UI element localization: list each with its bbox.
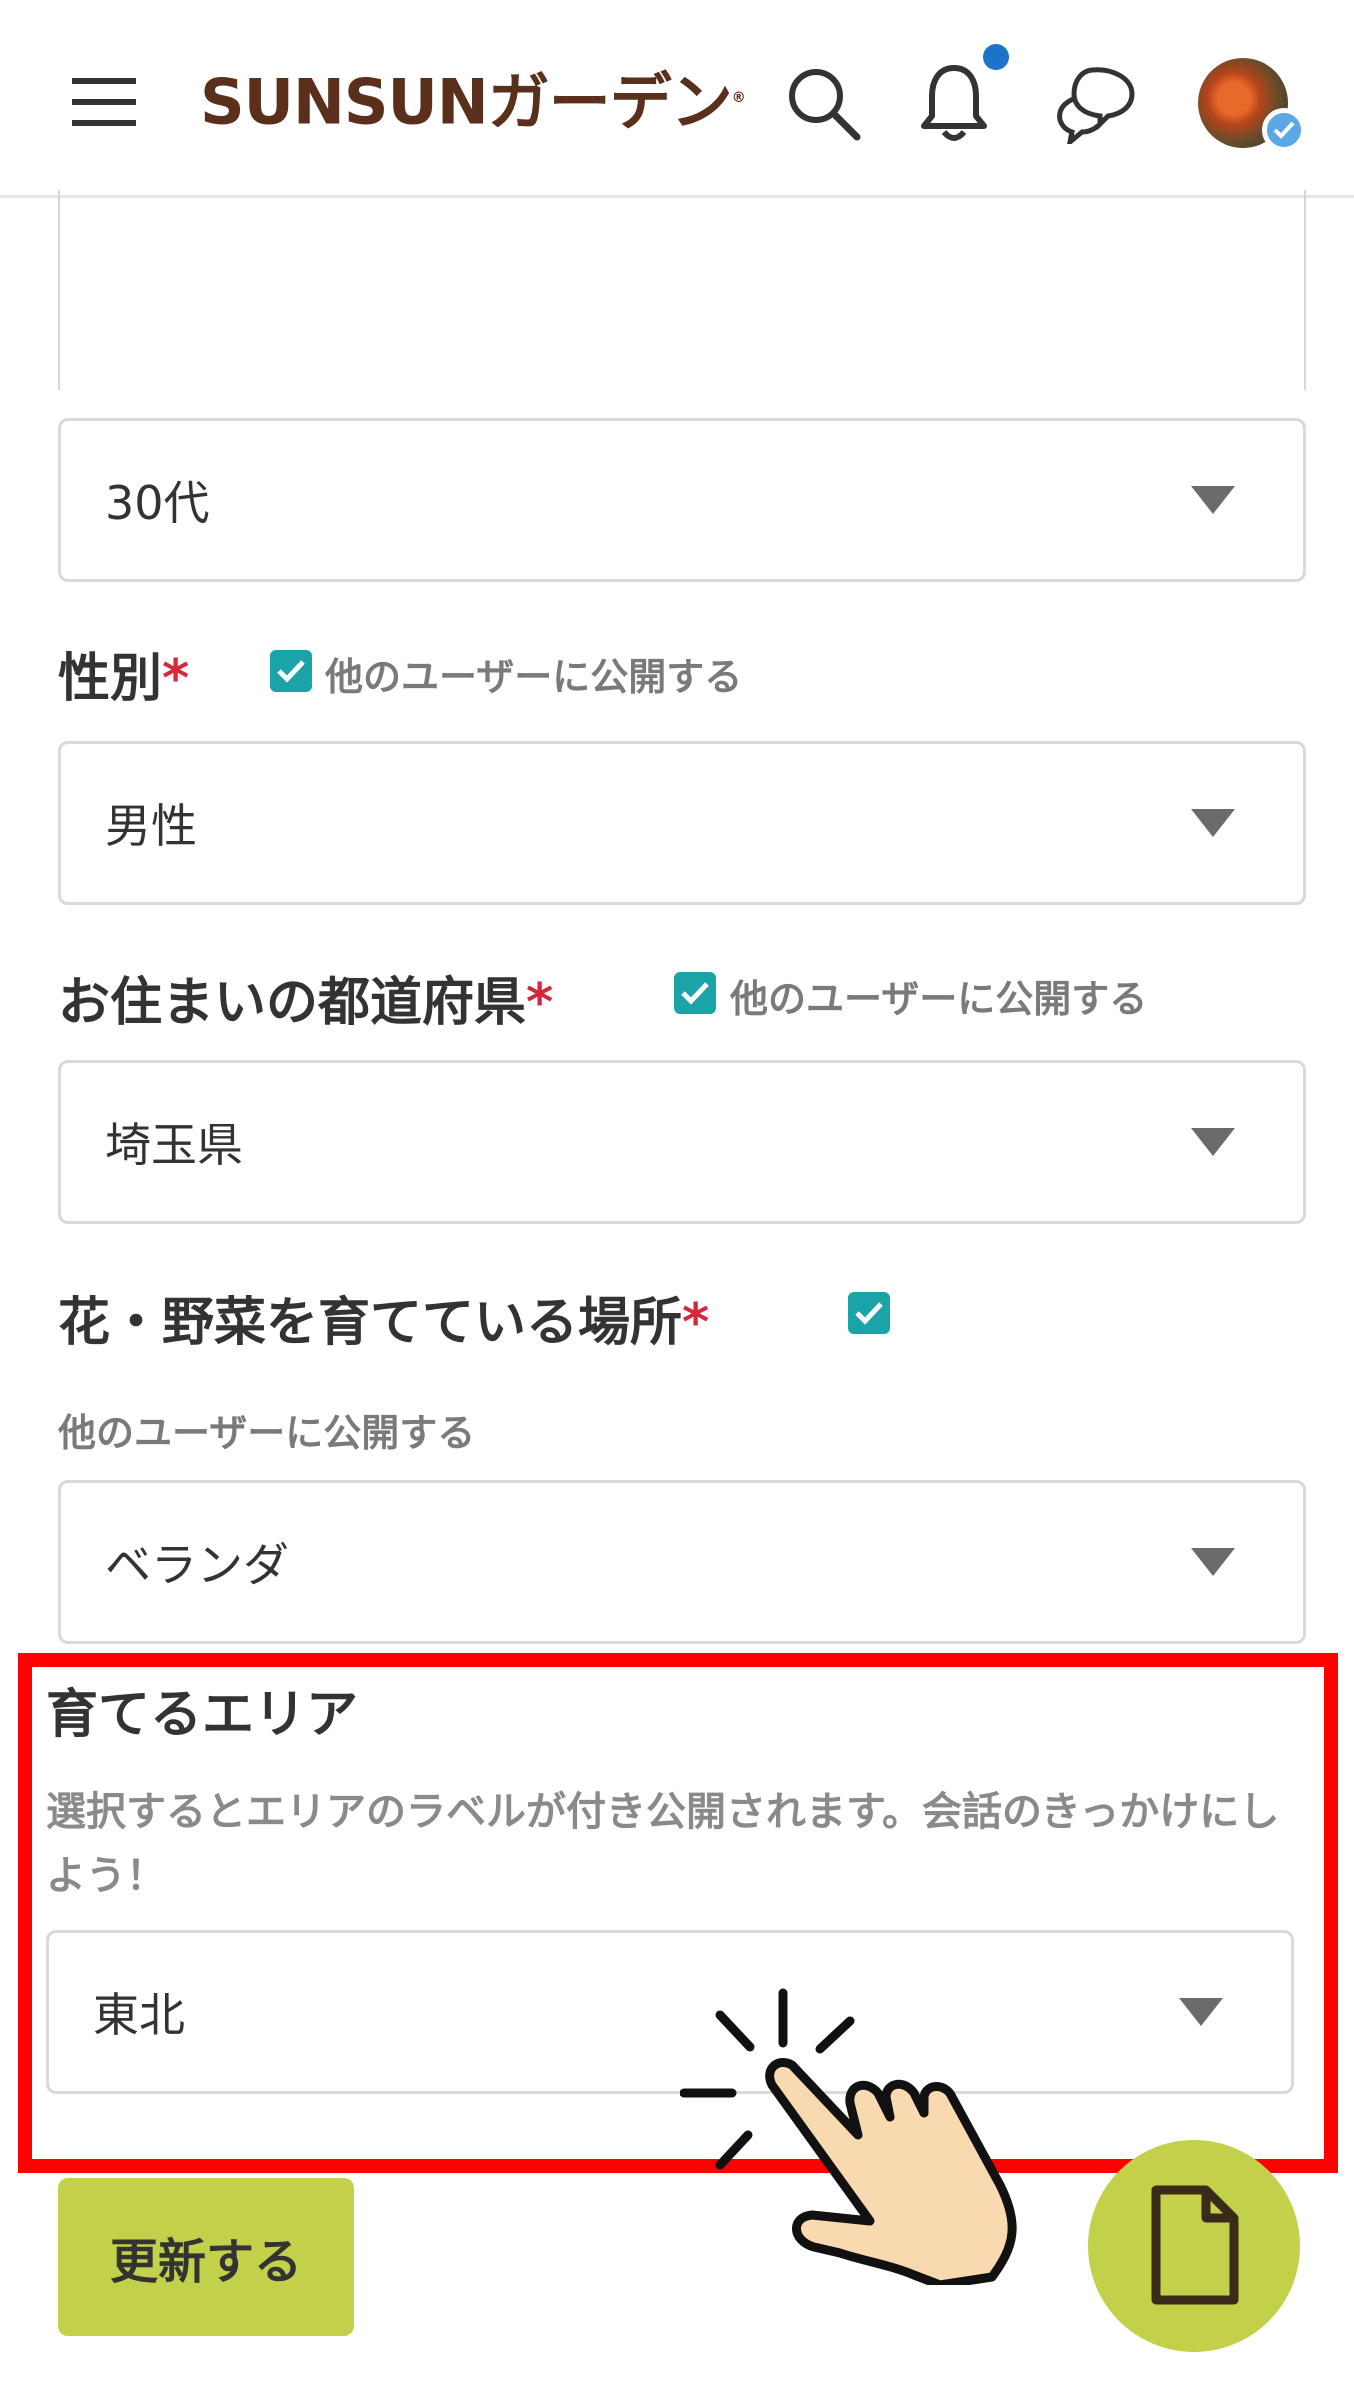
- prefecture-select-value: 埼玉県: [105, 1118, 243, 1172]
- update-button[interactable]: 更新する: [58, 2178, 354, 2336]
- chevron-down-icon: [1191, 1548, 1235, 1576]
- place-select[interactable]: ベランダ: [58, 1480, 1306, 1644]
- verified-badge-icon: [1262, 108, 1306, 152]
- highlight-frame: [18, 1653, 1338, 2173]
- document-fab[interactable]: [1088, 2140, 1300, 2352]
- chevron-down-icon: [1191, 809, 1235, 837]
- chevron-down-icon: [1191, 1128, 1235, 1156]
- place-label: 花・野菜を育てている場所*: [58, 1293, 710, 1353]
- chevron-down-icon: [1191, 486, 1235, 514]
- prefecture-label: お住まいの都道府県*: [58, 973, 554, 1033]
- site-logo[interactable]: SUNSUNガーデン®: [200, 58, 746, 143]
- prefecture-public-label: 他のユーザーに公開する: [730, 977, 1148, 1021]
- age-select-value: 30代: [105, 476, 210, 530]
- notification-dot: [983, 44, 1009, 70]
- gender-public-checkbox[interactable]: [270, 650, 312, 692]
- app-header: SUNSUNガーデン®: [0, 0, 1354, 198]
- prefecture-public-checkbox[interactable]: [674, 972, 716, 1014]
- required-mark: *: [162, 649, 190, 709]
- profile-textarea[interactable]: [58, 190, 1306, 390]
- gender-public-label: 他のユーザーに公開する: [325, 655, 743, 699]
- chat-icon[interactable]: [1052, 60, 1142, 146]
- place-public-checkbox[interactable]: [848, 1292, 890, 1334]
- menu-icon[interactable]: [68, 66, 140, 138]
- gender-select[interactable]: 男性: [58, 741, 1306, 905]
- logo-mark: ®: [731, 90, 746, 106]
- gender-label: 性別*: [58, 649, 190, 709]
- bell-icon[interactable]: [912, 58, 996, 148]
- age-select[interactable]: 30代: [58, 418, 1306, 582]
- logo-text: SUNSUNガーデン: [200, 65, 733, 139]
- place-select-value: ベランダ: [105, 1538, 289, 1592]
- required-mark: *: [682, 1293, 710, 1353]
- tap-hand-icon: [680, 1988, 1017, 2285]
- prefecture-select[interactable]: 埼玉県: [58, 1060, 1306, 1224]
- search-icon[interactable]: [780, 60, 866, 146]
- place-public-label: 他のユーザーに公開する: [58, 1411, 476, 1455]
- gender-select-value: 男性: [105, 799, 197, 853]
- required-mark: *: [526, 973, 554, 1033]
